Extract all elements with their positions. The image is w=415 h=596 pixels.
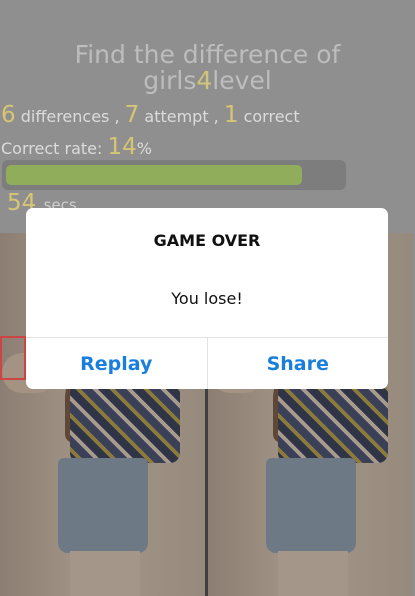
skirt-shape (266, 458, 356, 553)
shirt-shape (70, 383, 180, 463)
game-over-dialog: GAME OVER You lose! Replay Share (26, 208, 388, 389)
correct-label: correct (238, 107, 300, 126)
legs-shape (278, 551, 348, 596)
correct-rate-unit: % (136, 139, 152, 158)
page-title-line1: Find the difference of (0, 41, 415, 69)
difference-marker (0, 336, 26, 380)
dialog-title: GAME OVER (153, 231, 261, 250)
differences-count: 6 (1, 102, 16, 128)
correct-rate-value: 14 (107, 134, 137, 160)
legs-shape (70, 551, 140, 596)
correct-count: 1 (223, 102, 239, 128)
correct-rate-row: Correct rate: 14% (1, 134, 152, 160)
shirt-shape (278, 383, 388, 463)
title-text: Find the difference of (74, 40, 341, 69)
differences-label: differences , (15, 107, 120, 126)
title-suffix: level (212, 66, 272, 95)
share-button[interactable]: Share (208, 338, 389, 389)
correct-rate-label: Correct rate: (1, 139, 108, 158)
attempt-count: 7 (124, 102, 140, 128)
stats-row: 6 differences , 7 attempt , 1 correct (1, 102, 300, 128)
time-progress-bar (2, 160, 346, 190)
time-progress-fill (6, 165, 302, 185)
title-prefix: girls (143, 66, 197, 95)
dialog-message: You lose! (171, 289, 243, 308)
dialog-button-bar: Replay Share (26, 337, 388, 389)
level-number: 4 (196, 66, 213, 95)
attempt-label: attempt , (139, 107, 219, 126)
replay-button[interactable]: Replay (26, 338, 207, 389)
page-title-line2: girls4level (0, 67, 415, 95)
skirt-shape (58, 458, 148, 553)
